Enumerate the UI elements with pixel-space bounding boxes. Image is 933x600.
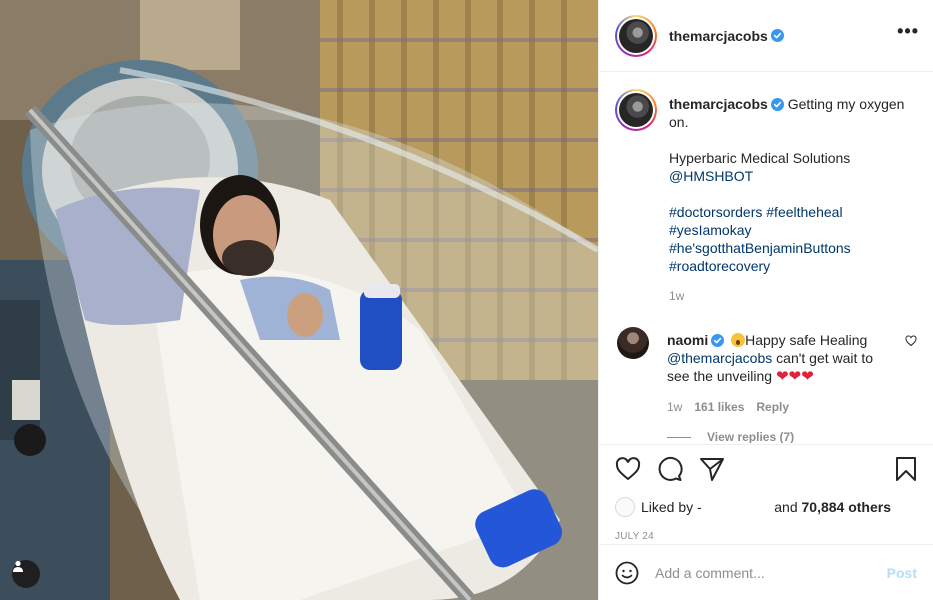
comment-age[interactable]: 1w [667,398,682,416]
hashtag-line[interactable]: #roadtorecovery [669,257,917,275]
verified-badge-icon [770,29,784,42]
post-comment-button[interactable]: Post [887,565,917,581]
post-side-panel: themarcjacobs ••• themarcjacobs Getting … [598,0,933,600]
hashtag-line[interactable]: #he'sgotthatBenjaminButtons [669,239,917,257]
liked-by-user[interactable]: - [697,499,702,515]
comment-input[interactable]: Add a comment... [655,565,887,581]
caption-company: Hyperbaric Medical Solutions [669,150,851,166]
caption-age[interactable]: 1w [669,287,917,305]
comment-icon[interactable] [657,456,683,482]
comment-mention[interactable]: @themarcjacobs [667,350,772,366]
liked-by-label: Liked by [641,499,694,515]
view-replies-label: View replies (7) [707,430,795,443]
caption-username[interactable]: themarcjacobs [669,96,768,112]
heart-icon[interactable] [615,457,641,481]
hashtag-line[interactable]: #doctorsorders #feeltheheal [669,203,917,221]
heart-emoji-icon: ❤❤❤ [775,368,814,385]
emoji-icon[interactable] [615,561,639,585]
commenter-username[interactable]: naomi [667,332,708,348]
more-options-icon[interactable]: ••• [897,22,919,40]
add-comment-bar: Add a comment... Post [599,544,933,600]
likes-and-label: and [774,499,798,515]
tagged-user-button[interactable] [12,560,40,588]
hyperbaric-chamber-photo [0,0,598,600]
comment-item: naomi Happy safe Healing @themarcjacobs … [615,327,917,416]
commenter-avatar[interactable] [617,327,649,359]
water-bottle-held [360,284,402,370]
hashtag-line[interactable]: #yesIamokay [669,221,917,239]
author-avatar[interactable] [615,14,657,57]
verified-badge-icon [770,98,784,111]
verified-badge-icon [711,334,725,347]
caption-avatar[interactable] [615,89,657,131]
comment-like-heart-icon[interactable] [905,335,917,347]
surprised-emoji-icon [731,333,746,347]
author-username[interactable]: themarcjacobs [669,28,768,44]
likes-count[interactable]: 70,884 others [802,499,892,515]
comments-section[interactable]: themarcjacobs Getting my oxygen on. Hype… [599,73,933,443]
liker-avatar[interactable] [615,497,635,517]
comment-likes[interactable]: 161 likes [694,398,744,416]
post-photo[interactable] [0,0,598,600]
view-replies-button[interactable]: View replies (7) [667,430,917,443]
user-icon [13,560,23,572]
post-header: themarcjacobs ••• [599,0,933,72]
post-caption: themarcjacobs Getting my oxygen on. Hype… [615,89,917,305]
post-date[interactable]: JULY 24 [615,531,917,542]
reply-button[interactable]: Reply [756,398,789,416]
bookmark-icon[interactable] [895,456,917,482]
share-icon[interactable] [699,456,725,482]
post-actions: Liked by - and 70,884 others JULY 24 [599,444,933,542]
likes-summary: Liked by - and 70,884 others [615,497,917,517]
comment-text: Happy safe Healing [745,332,868,348]
caption-mention[interactable]: @HMSHBOT [669,167,917,185]
